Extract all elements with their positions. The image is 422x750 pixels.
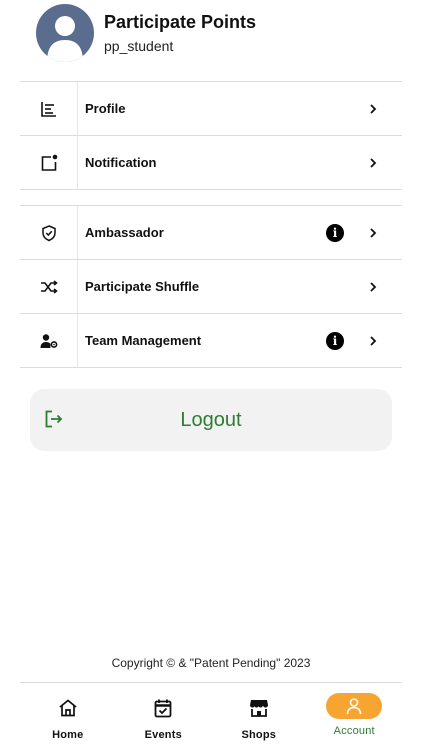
- copyright-text: Copyright © & "Patent Pending" 2023: [111, 656, 311, 670]
- notification-square-icon: [41, 154, 57, 171]
- username: pp_student: [104, 38, 174, 54]
- info-icon[interactable]: i: [326, 331, 344, 350]
- logout-label: Logout: [180, 408, 242, 431]
- bottom-nav: Home Events Shops Account: [20, 682, 402, 750]
- nav-home[interactable]: Home: [20, 683, 116, 750]
- menu-item-label: Participate Shuffle: [85, 279, 200, 294]
- menu-item-profile[interactable]: Profile: [20, 82, 402, 136]
- shield-check-icon: [41, 224, 56, 241]
- calendar-icon: [154, 699, 172, 718]
- menu-item-label: Profile: [85, 101, 126, 116]
- chart-list-icon: [40, 101, 56, 117]
- nav-label: Account: [333, 725, 375, 737]
- nav-label: Events: [144, 729, 182, 741]
- avatar-silhouette-icon: [47, 16, 83, 62]
- app-name: Participate Points: [104, 12, 257, 32]
- menu-item-label: Ambassador: [85, 225, 164, 240]
- nav-label: Shops: [241, 729, 277, 741]
- avatar[interactable]: [36, 4, 94, 62]
- nav-label: Home: [52, 729, 84, 741]
- chevron-right-icon: [370, 227, 377, 238]
- account-header: Participate Points pp_student: [36, 4, 256, 62]
- logout-button[interactable]: Logout: [30, 389, 392, 451]
- menu-item-label: Team Management: [85, 333, 202, 348]
- user-gear-icon: [40, 333, 57, 348]
- shuffle-icon: [40, 279, 58, 294]
- menu-group-account: Profile Notification: [20, 81, 402, 190]
- nav-shops[interactable]: Shops: [211, 683, 307, 750]
- store-icon: [249, 700, 268, 717]
- menu-group-features: Ambassador i Participate Shuffle Team Ma…: [20, 205, 402, 368]
- chevron-right-icon: [370, 281, 377, 292]
- menu-item-notification[interactable]: Notification: [20, 136, 402, 190]
- menu-item-ambassador[interactable]: Ambassador i: [20, 206, 402, 260]
- chevron-right-icon: [370, 157, 377, 168]
- nav-account[interactable]: Account: [307, 683, 403, 750]
- home-icon: [59, 699, 77, 717]
- chevron-right-icon: [370, 103, 377, 114]
- nav-events[interactable]: Events: [116, 683, 212, 750]
- info-icon[interactable]: i: [326, 223, 344, 242]
- logout-icon: [45, 410, 63, 428]
- chevron-right-icon: [370, 335, 377, 346]
- menu-item-label: Notification: [85, 155, 157, 170]
- menu-item-team-management[interactable]: Team Management i: [20, 314, 402, 368]
- menu-item-participate-shuffle[interactable]: Participate Shuffle: [20, 260, 402, 314]
- person-icon: [346, 698, 362, 715]
